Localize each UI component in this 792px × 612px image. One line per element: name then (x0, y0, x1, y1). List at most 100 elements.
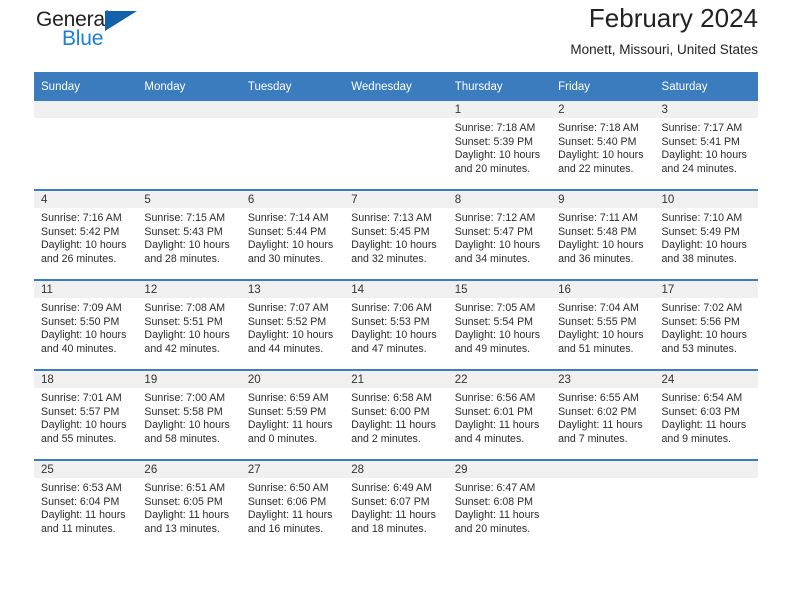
calendar-day-cell[interactable]: 4 Sunrise: 7:16 AM Sunset: 5:42 PM Daylight… (34, 189, 138, 280)
sunrise-time: Sunrise: 7:07 AM (247, 302, 329, 314)
sunrise-time: Sunrise: 6:50 AM (247, 482, 329, 494)
weekday-header-friday: Friday (551, 72, 655, 101)
sunset-time: Sunset: 5:59 PM (247, 405, 327, 418)
calendar-day-cell[interactable]: 9 Sunrise: 7:11 AM Sunset: 5:48 PM Daylight… (551, 189, 655, 280)
day-details: Sunrise: 6:53 AM Sunset: 6:04 PM Daylight:… (34, 478, 137, 536)
sunset-time: Sunset: 5:53 PM (351, 315, 430, 328)
calendar-day-cell[interactable]: 14 Sunrise: 7:06 AM Sunset: 5:53 PM Dayligh… (344, 279, 448, 370)
day-number: 29 (447, 461, 552, 478)
calendar-day-cell[interactable]: 20 Sunrise: 6:59 AM Sunset: 5:59 PM Dayligh… (240, 369, 345, 460)
calendar-day-cell[interactable]: 13 Sunrise: 7:07 AM Sunset: 5:52 PM Dayligh… (240, 279, 345, 370)
sunrise-time: Sunrise: 7:12 AM (454, 212, 536, 224)
sunset-time: Sunset: 6:01 PM (454, 405, 534, 418)
daylight-duration: Daylight: 11 hours and 7 minutes. (558, 419, 643, 445)
calendar-week-row: 25 Sunrise: 6:53 AM Sunset: 6:04 PM Dayligh… (34, 459, 758, 549)
day-number: 21 (344, 371, 448, 388)
sunset-time: Sunset: 6:02 PM (558, 405, 637, 418)
page-header: General Blue February 2024 Monett, Misso… (34, 0, 758, 72)
day-details: Sunrise: 6:55 AM Sunset: 6:02 PM Daylight:… (551, 388, 654, 446)
day-number: 11 (34, 281, 138, 298)
day-details: Sunrise: 7:02 AM Sunset: 5:56 PM Daylight:… (655, 298, 758, 356)
calendar-day-cell-empty (344, 101, 448, 190)
calendar-day-cell[interactable]: 19 Sunrise: 7:00 AM Sunset: 5:58 PM Dayligh… (137, 369, 241, 460)
calendar-day-cell[interactable]: 3 Sunrise: 7:17 AM Sunset: 5:41 PM Daylight… (654, 101, 758, 190)
daylight-duration: Daylight: 11 hours and 11 minutes. (41, 509, 126, 535)
daylight-duration: Daylight: 10 hours and 44 minutes. (247, 329, 334, 355)
sunrise-time: Sunrise: 7:02 AM (661, 302, 743, 314)
sunset-time: Sunset: 5:50 PM (41, 315, 120, 328)
day-details: Sunrise: 7:18 AM Sunset: 5:39 PM Daylight:… (448, 118, 551, 176)
calendar-day-cell[interactable]: 29 Sunrise: 6:47 AM Sunset: 6:08 PM Dayligh… (447, 459, 552, 549)
day-number (551, 461, 655, 478)
calendar-day-cell[interactable]: 18 Sunrise: 7:01 AM Sunset: 5:57 PM Dayligh… (34, 369, 138, 460)
calendar-day-cell[interactable]: 7 Sunrise: 7:13 AM Sunset: 5:45 PM Daylight… (344, 189, 448, 280)
calendar-day-cell[interactable]: 26 Sunrise: 6:51 AM Sunset: 6:05 PM Dayligh… (137, 459, 241, 549)
calendar-day-cell[interactable]: 22 Sunrise: 6:56 AM Sunset: 6:01 PM Dayligh… (447, 369, 552, 460)
calendar-day-cell[interactable]: 8 Sunrise: 7:12 AM Sunset: 5:47 PM Daylight… (447, 189, 552, 280)
day-details: Sunrise: 7:15 AM Sunset: 5:43 PM Daylight:… (137, 208, 240, 266)
sunrise-time: Sunrise: 7:09 AM (41, 302, 122, 314)
calendar-day-cell[interactable]: 28 Sunrise: 6:49 AM Sunset: 6:07 PM Dayligh… (344, 459, 448, 549)
calendar-day-cell[interactable]: 15 Sunrise: 7:05 AM Sunset: 5:54 PM Dayligh… (447, 279, 552, 370)
sunset-time: Sunset: 5:45 PM (351, 225, 430, 238)
sunrise-time: Sunrise: 6:59 AM (247, 392, 329, 404)
sunset-time: Sunset: 5:44 PM (247, 225, 327, 238)
sunrise-time: Sunrise: 7:18 AM (454, 122, 536, 134)
day-number: 2 (551, 101, 655, 118)
calendar-page: General Blue February 2024 Monett, Misso… (0, 0, 792, 612)
calendar-day-cell[interactable]: 11 Sunrise: 7:09 AM Sunset: 5:50 PM Dayligh… (34, 279, 138, 370)
calendar-day-cell[interactable]: 23 Sunrise: 6:55 AM Sunset: 6:02 PM Dayligh… (551, 369, 655, 460)
calendar-day-cell[interactable]: 24 Sunrise: 6:54 AM Sunset: 6:03 PM Dayligh… (654, 369, 758, 460)
sunrise-time: Sunrise: 7:05 AM (454, 302, 536, 314)
calendar-day-cell[interactable]: 16 Sunrise: 7:04 AM Sunset: 5:55 PM Dayligh… (551, 279, 655, 370)
calendar-day-cell[interactable]: 1 Sunrise: 7:18 AM Sunset: 5:39 PM Daylight… (447, 101, 552, 190)
daylight-duration: Daylight: 11 hours and 20 minutes. (454, 509, 540, 535)
calendar-day-cell[interactable]: 21 Sunrise: 6:58 AM Sunset: 6:00 PM Dayligh… (344, 369, 448, 460)
sunrise-time: Sunrise: 7:00 AM (144, 392, 226, 404)
day-number: 23 (551, 371, 655, 388)
sunrise-time: Sunrise: 7:17 AM (661, 122, 743, 134)
sunset-time: Sunset: 6:08 PM (454, 495, 534, 508)
daylight-duration: Daylight: 10 hours and 24 minutes. (661, 149, 747, 175)
calendar-day-cell[interactable]: 2 Sunrise: 7:18 AM Sunset: 5:40 PM Daylight… (551, 101, 655, 190)
day-details: Sunrise: 7:12 AM Sunset: 5:47 PM Daylight:… (448, 208, 551, 266)
day-details: Sunrise: 7:08 AM Sunset: 5:51 PM Daylight:… (137, 298, 240, 356)
calendar-day-cell-empty (551, 459, 655, 549)
sunrise-time: Sunrise: 7:11 AM (558, 212, 638, 224)
day-number: 28 (344, 461, 448, 478)
day-number: 22 (447, 371, 552, 388)
day-details: Sunrise: 6:54 AM Sunset: 6:03 PM Daylight:… (655, 388, 758, 446)
sunset-time: Sunset: 5:56 PM (661, 315, 740, 328)
sunset-time: Sunset: 5:57 PM (41, 405, 120, 418)
day-number: 18 (34, 371, 138, 388)
sunset-time: Sunset: 5:58 PM (144, 405, 223, 418)
day-number: 19 (137, 371, 241, 388)
day-number: 17 (654, 281, 758, 298)
day-number (654, 461, 758, 478)
calendar-day-cell[interactable]: 10 Sunrise: 7:10 AM Sunset: 5:49 PM Dayligh… (654, 189, 758, 280)
day-details: Sunrise: 6:58 AM Sunset: 6:00 PM Daylight:… (344, 388, 447, 446)
day-number: 20 (240, 371, 345, 388)
daylight-duration: Daylight: 10 hours and 49 minutes. (454, 329, 541, 355)
sunset-time: Sunset: 5:55 PM (558, 315, 637, 328)
daylight-duration: Daylight: 10 hours and 26 minutes. (41, 239, 127, 265)
sunset-time: Sunset: 6:04 PM (41, 495, 120, 508)
calendar-day-cell[interactable]: 6 Sunrise: 7:14 AM Sunset: 5:44 PM Daylight… (240, 189, 345, 280)
daylight-duration: Daylight: 10 hours and 20 minutes. (454, 149, 541, 175)
calendar-day-cell[interactable]: 25 Sunrise: 6:53 AM Sunset: 6:04 PM Dayligh… (34, 459, 138, 549)
sunrise-time: Sunrise: 7:01 AM (41, 392, 122, 404)
general-blue-logo[interactable]: General Blue (34, 8, 164, 56)
day-details: Sunrise: 7:11 AM Sunset: 5:48 PM Daylight:… (551, 208, 654, 266)
calendar-body: 1 Sunrise: 7:18 AM Sunset: 5:39 PM Daylight… (34, 101, 758, 549)
day-number: 16 (551, 281, 655, 298)
sunset-time: Sunset: 6:06 PM (247, 495, 327, 508)
day-number: 9 (551, 191, 655, 208)
sunrise-time: Sunrise: 6:51 AM (144, 482, 226, 494)
daylight-duration: Daylight: 11 hours and 0 minutes. (247, 419, 333, 445)
sunset-time: Sunset: 5:51 PM (144, 315, 223, 328)
calendar-day-cell[interactable]: 27 Sunrise: 6:50 AM Sunset: 6:06 PM Dayligh… (240, 459, 345, 549)
weekday-header-monday: Monday (137, 72, 241, 101)
calendar-day-cell[interactable]: 12 Sunrise: 7:08 AM Sunset: 5:51 PM Dayligh… (137, 279, 241, 370)
calendar-day-cell[interactable]: 17 Sunrise: 7:02 AM Sunset: 5:56 PM Dayligh… (654, 279, 758, 370)
calendar-day-cell[interactable]: 5 Sunrise: 7:15 AM Sunset: 5:43 PM Daylight… (137, 189, 241, 280)
